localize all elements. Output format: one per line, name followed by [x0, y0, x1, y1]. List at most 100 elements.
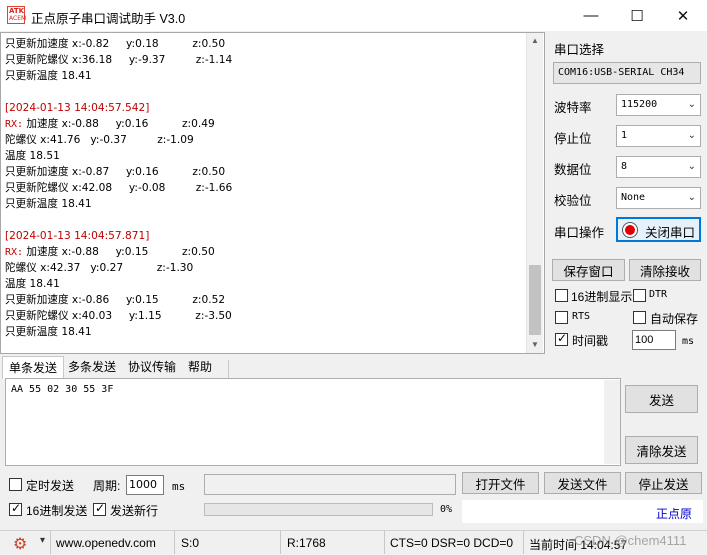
- period-label: 周期:: [93, 479, 121, 493]
- line-status: CTS=0 DSR=0 DCD=0: [390, 536, 514, 550]
- gear-icon[interactable]: ⚙: [13, 534, 27, 554]
- chevron-down-icon: ⌄: [687, 192, 696, 203]
- dtr-checkbox[interactable]: [633, 289, 646, 302]
- receive-timestamp-line: [2024-01-13 14:04:57.542]: [5, 102, 150, 114]
- website-link[interactable]: www.openedv.com: [56, 536, 156, 550]
- tab-help[interactable]: 帮助: [186, 356, 214, 378]
- auto-save-checkbox[interactable]: [633, 311, 646, 324]
- databits-select[interactable]: 8 ⌄: [616, 156, 701, 178]
- databits-label: 数据位: [554, 163, 592, 177]
- chevron-down-icon: ⌄: [687, 161, 696, 172]
- rts-checkbox[interactable]: [555, 311, 568, 324]
- timestamp-checkbox[interactable]: [555, 331, 568, 346]
- rx-prefix: RX:: [5, 247, 24, 258]
- status-separator: [280, 531, 281, 554]
- send-content: AA 55 02 30 55 3F: [11, 384, 114, 395]
- brand-link[interactable]: 正点原: [656, 505, 692, 522]
- rx-content: 加速度 x:-0.88 y:0.16 z:0.49: [23, 118, 215, 130]
- receive-line: 只更新加速度 x:-0.86 y:0.15 z:0.52: [5, 294, 226, 306]
- baud-select[interactable]: 115200 ⌄: [616, 94, 701, 116]
- rx-content: 加速度 x:-0.88 y:0.15 z:0.50: [23, 246, 215, 258]
- parity-select[interactable]: None ⌄: [616, 187, 701, 209]
- maximize-icon: ☐: [630, 7, 644, 25]
- open-file-button[interactable]: 打开文件: [462, 472, 539, 494]
- port-select[interactable]: COM16:USB-SERIAL CH34: [553, 62, 701, 84]
- port-select-label: 串口选择: [554, 43, 605, 57]
- send-button[interactable]: 发送: [625, 385, 698, 413]
- rx-prefix: RX:: [5, 119, 24, 130]
- close-port-button[interactable]: 关闭串口: [616, 217, 701, 242]
- period-input[interactable]: 1000: [126, 475, 164, 495]
- tab-single-send[interactable]: 单条发送: [2, 356, 64, 379]
- scroll-down-arrow-icon[interactable]: ▼: [527, 337, 543, 353]
- receive-line: [5, 84, 525, 100]
- receive-line: 只更新陀螺仪 x:42.08 y:-0.08 z:-1.66: [5, 182, 233, 194]
- sent-count: S:0: [181, 536, 200, 550]
- scroll-up-arrow-icon[interactable]: ▲: [527, 33, 543, 49]
- app-logo: ATK ACEM: [7, 6, 27, 24]
- port-operation-label: 串口操作: [554, 226, 605, 240]
- send-newline-checkbox[interactable]: [93, 501, 106, 516]
- timed-send-label: 定时发送: [26, 479, 75, 493]
- hex-display-label: 16进制显示: [571, 290, 633, 304]
- status-separator: [384, 531, 385, 554]
- timestamp-unit: ms: [682, 336, 695, 347]
- receive-line: 只更新温度 18.41: [5, 198, 92, 210]
- baud-label: 波特率: [554, 101, 592, 115]
- chevron-down-icon: ⌄: [687, 99, 696, 110]
- status-separator: [174, 531, 175, 554]
- receive-timestamp-line: [2024-01-13 14:04:57.871]: [5, 230, 150, 242]
- auto-save-label: 自动保存: [650, 312, 699, 326]
- receive-line: [5, 212, 525, 228]
- timestamp-interval-input[interactable]: 100: [632, 330, 676, 350]
- receive-line: RX: 加速度 x:-0.88 y:0.16 z:0.49: [5, 116, 525, 132]
- parity-label: 校验位: [554, 194, 592, 208]
- save-window-button[interactable]: 保存窗口: [552, 259, 625, 281]
- hex-display-checkbox[interactable]: [555, 289, 568, 302]
- send-file-button[interactable]: 发送文件: [544, 472, 621, 494]
- receive-line: 只更新陀螺仪 x:36.18 y:-9.37 z:-1.14: [5, 54, 233, 66]
- stopbits-select[interactable]: 1 ⌄: [616, 125, 701, 147]
- dtr-label: DTR: [649, 289, 668, 300]
- minimize-icon: —: [583, 7, 599, 24]
- file-path-field[interactable]: [204, 474, 456, 495]
- receive-line: 陀螺仪 x:42.37 y:0.27 z:-1.30: [5, 262, 194, 274]
- send-newline-label: 发送新行: [110, 504, 159, 518]
- watermark: CSDN @chem4111: [574, 533, 687, 548]
- tab-protocol[interactable]: 协议传输: [126, 356, 178, 378]
- hex-send-checkbox[interactable]: [9, 501, 22, 516]
- receive-line: 只更新加速度 x:-0.82 y:0.18 z:0.50: [5, 38, 226, 50]
- window-title: 正点原子串口调试助手 V3.0: [31, 12, 186, 26]
- tab-multi-send[interactable]: 多条发送: [66, 356, 118, 378]
- clear-send-button[interactable]: 清除发送: [625, 436, 698, 464]
- receive-line: 只更新温度 18.41: [5, 326, 92, 338]
- period-unit: ms: [172, 480, 186, 493]
- receive-scrollbar[interactable]: ▲ ▼: [526, 33, 543, 353]
- receive-text-area[interactable]: 只更新加速度 x:-0.82 y:0.18 z:0.50 只更新陀螺仪 x:36.…: [0, 32, 545, 354]
- port-status-indicator-icon: [623, 223, 637, 237]
- stop-send-button[interactable]: 停止发送: [625, 472, 702, 494]
- send-progress-bar: [204, 503, 433, 516]
- receive-line: 只更新加速度 x:-0.87 y:0.16 z:0.50: [5, 166, 226, 178]
- dropdown-arrow-icon[interactable]: ▾: [40, 535, 45, 546]
- receive-line: 温度 18.41: [5, 278, 60, 290]
- tab-divider: [228, 360, 229, 378]
- close-window-button[interactable]: ✕: [660, 0, 706, 31]
- close-icon: ✕: [676, 7, 690, 25]
- maximize-button[interactable]: ☐: [614, 0, 660, 31]
- receive-line: 只更新陀螺仪 x:40.03 y:1.15 z:-3.50: [5, 310, 232, 322]
- receive-line: 只更新温度 18.41: [5, 70, 92, 82]
- clear-receive-button[interactable]: 清除接收: [629, 259, 701, 281]
- stopbits-label: 停止位: [554, 132, 592, 146]
- receive-line: 陀螺仪 x:41.76 y:-0.37 z:-1.09: [5, 134, 194, 146]
- scroll-thumb[interactable]: [529, 265, 541, 335]
- status-separator: [50, 531, 51, 554]
- chevron-down-icon: ⌄: [687, 130, 696, 141]
- timestamp-label: 时间戳: [572, 334, 609, 348]
- send-scrollbar[interactable]: [604, 380, 620, 464]
- minimize-button[interactable]: —: [568, 0, 614, 31]
- status-separator: [523, 531, 524, 554]
- timed-send-checkbox[interactable]: [9, 478, 22, 491]
- receive-content: 只更新加速度 x:-0.82 y:0.18 z:0.50 只更新陀螺仪 x:36.…: [5, 36, 525, 340]
- received-count: R:1768: [287, 536, 326, 550]
